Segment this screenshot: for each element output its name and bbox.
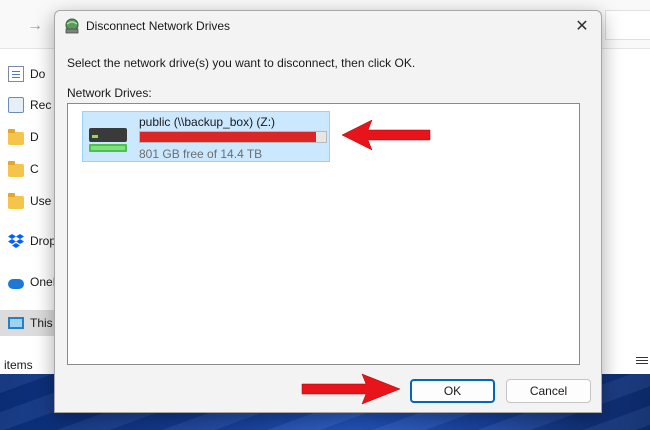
details-view-icon[interactable] [636,357,648,367]
nav-item-folder-c[interactable]: C [8,158,39,180]
disconnect-network-drives-dialog: Disconnect Network Drives ✕ Select the n… [54,10,602,413]
annotation-arrow-icon [301,373,401,405]
recent-icon [8,97,24,113]
annotation-arrow-icon [341,119,431,151]
drive-name: public (\\backup_box) (Z:) [139,115,276,129]
ok-button[interactable]: OK [410,379,495,403]
folder-icon [8,192,24,209]
forward-arrow-icon[interactable]: → [27,18,43,34]
folder-icon [8,160,24,177]
explorer-address-area [605,10,650,40]
nav-item-label: OneI [30,275,57,289]
status-bar-item-count: items [4,358,33,372]
this-pc-icon [8,317,24,329]
nav-item-dropbox[interactable]: Drop [8,230,56,252]
nav-item-onedrive[interactable]: OneI [8,271,56,293]
nav-item-this-pc[interactable]: This [0,310,54,336]
nav-item-label: Rec [30,98,52,112]
network-drive-icon [88,127,128,153]
navigation-pane: Do Rec D C Use Drop OneI This [0,48,56,348]
network-drive-icon [64,18,80,34]
dialog-titlebar[interactable]: Disconnect Network Drives ✕ [55,11,601,43]
drive-usage-fill [140,132,316,142]
nav-item-label: Do [30,67,46,81]
dropbox-icon [8,234,24,248]
nav-item-folder-users[interactable]: Use [8,190,51,212]
close-button[interactable]: ✕ [569,15,595,39]
nav-item-label: Use [30,194,52,208]
nav-item-recent[interactable]: Rec [8,94,51,116]
nav-item-label: This [30,316,53,330]
dialog-instructions: Select the network drive(s) you want to … [67,56,416,70]
nav-item-label: C [30,162,39,176]
network-drives-label: Network Drives: [67,86,152,100]
nav-item-label: Drop [30,234,57,248]
nav-item-documents[interactable]: Do [8,63,45,85]
onedrive-icon [8,279,24,289]
folder-icon [8,128,24,145]
nav-item-folder-d[interactable]: D [8,126,39,148]
cancel-button[interactable]: Cancel [506,379,591,403]
drive-free-space: 801 GB free of 14.4 TB [139,147,263,161]
documents-icon [8,66,24,82]
drive-usage-bar [139,131,327,143]
list-item-drive-z[interactable]: public (\\backup_box) (Z:) 801 GB free o… [82,111,330,162]
nav-item-label: D [30,130,39,144]
dialog-title: Disconnect Network Drives [86,19,231,33]
network-drives-list[interactable]: public (\\backup_box) (Z:) 801 GB free o… [67,103,580,365]
